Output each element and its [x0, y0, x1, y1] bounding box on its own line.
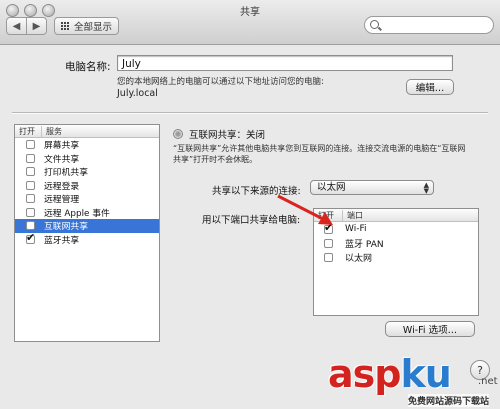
watermark-subtitle: 免费网站源码下载站 [408, 394, 490, 407]
annotation-arrow-icon [277, 194, 333, 225]
watermark-logo: aspku [328, 352, 452, 396]
watermark-suffix: .net [478, 376, 498, 387]
